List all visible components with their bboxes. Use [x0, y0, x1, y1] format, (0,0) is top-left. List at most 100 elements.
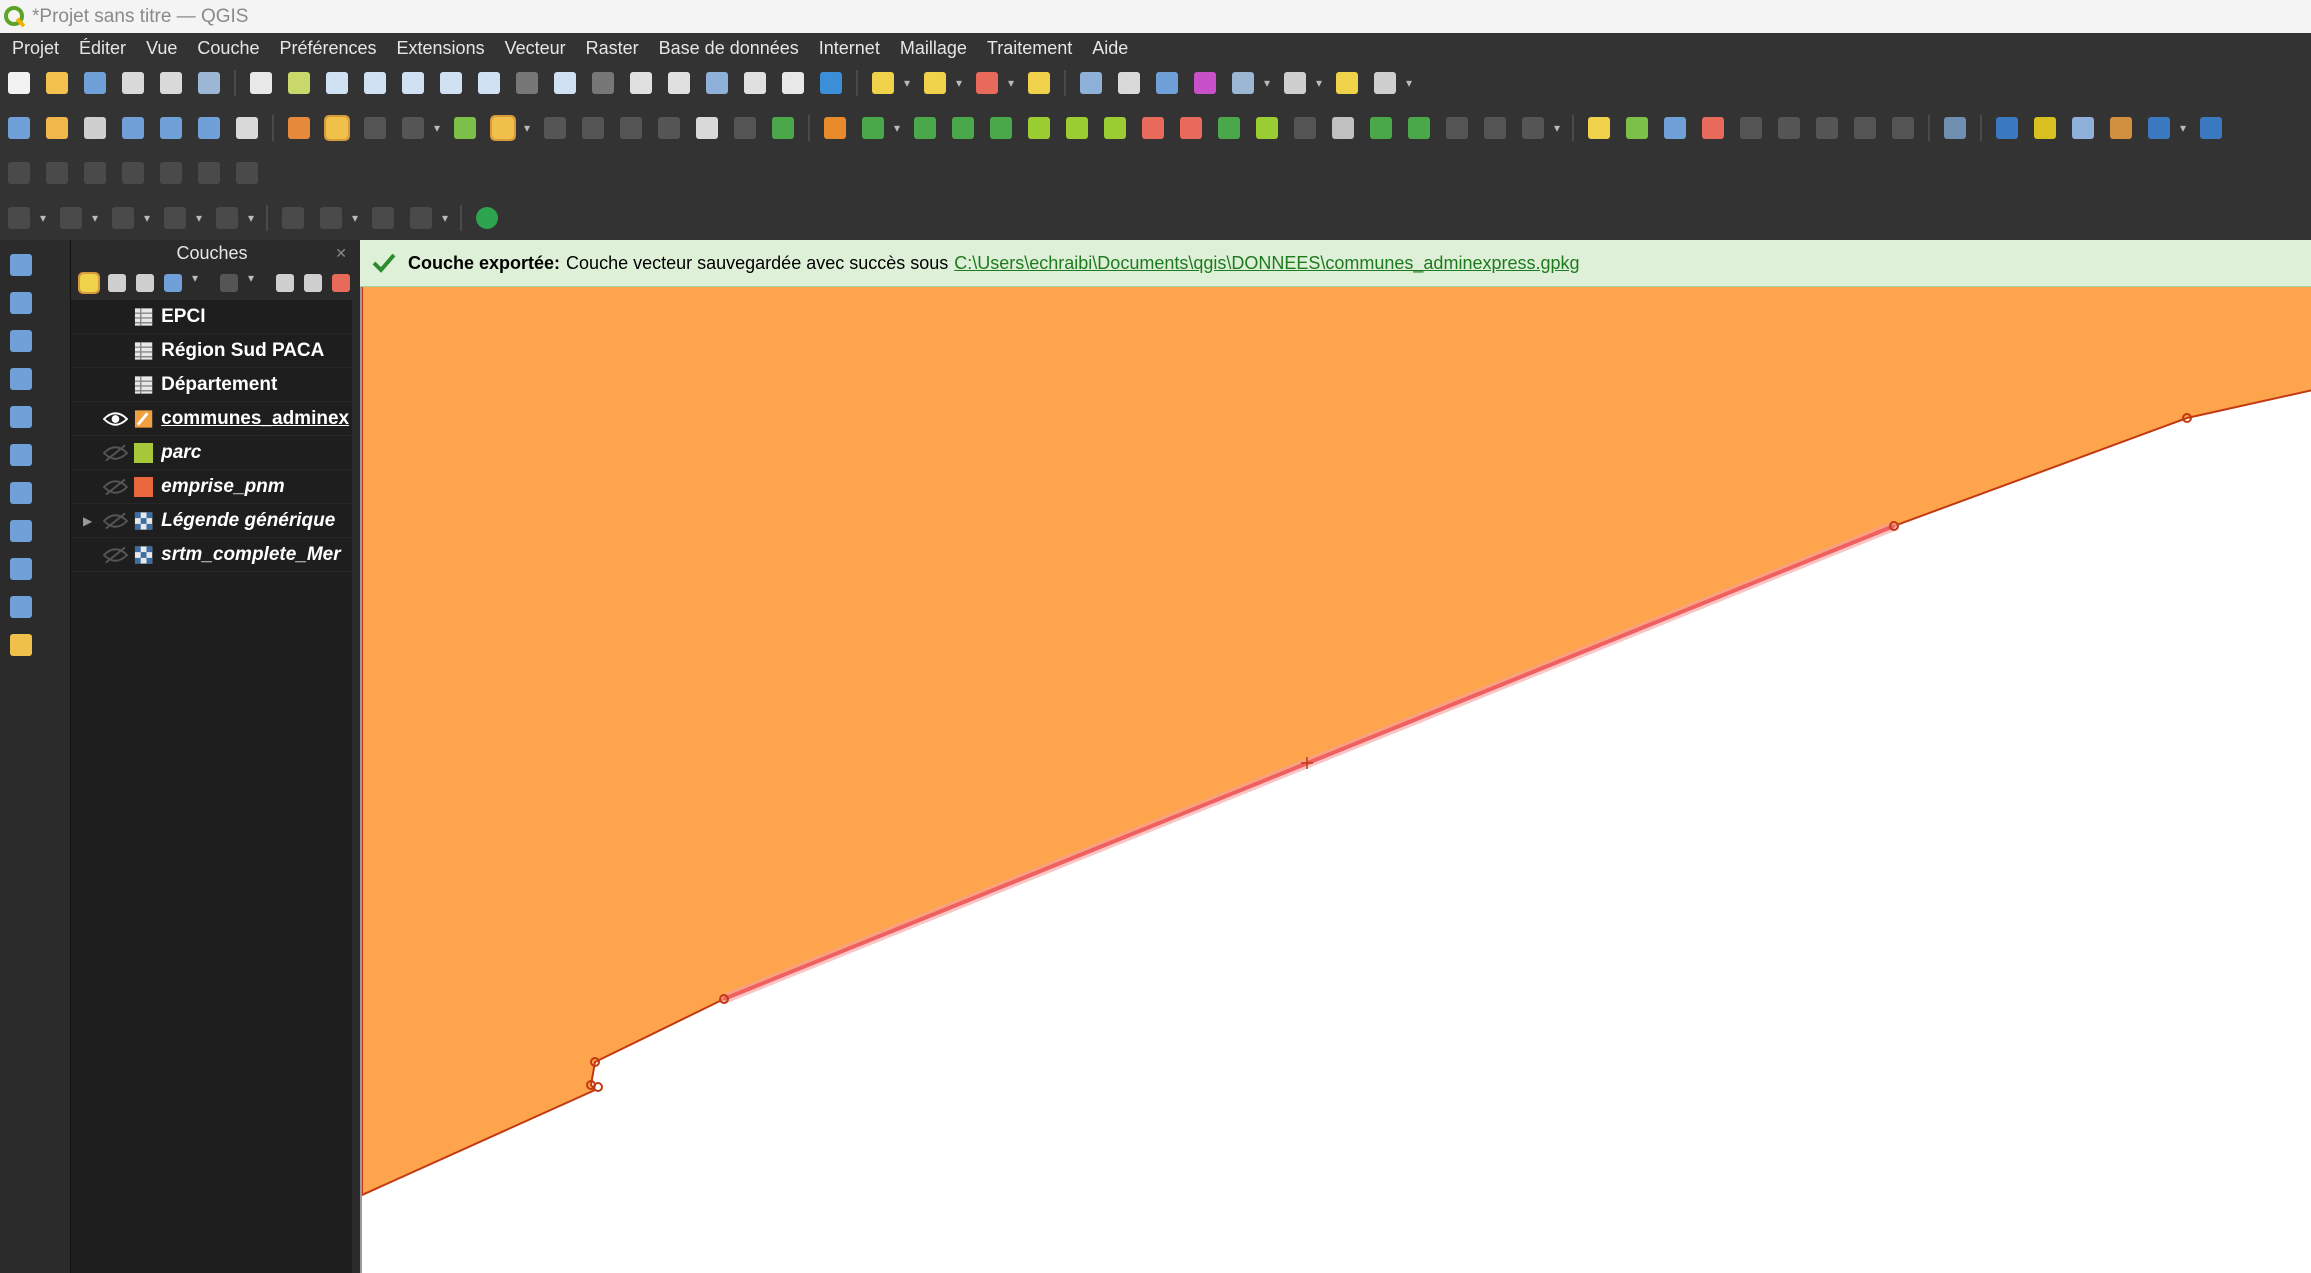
- eye-visible-icon[interactable]: [103, 410, 128, 428]
- georeferencer-icon[interactable]: [2072, 116, 2094, 139]
- layer-row-legende-generique[interactable]: ▶ Légende générique: [71, 504, 353, 538]
- measure-ruler-icon[interactable]: [1284, 71, 1306, 94]
- menu-couche[interactable]: Couche: [185, 38, 267, 59]
- snap-self-icon[interactable]: [410, 206, 432, 229]
- mesh-force-icon[interactable]: [122, 161, 144, 184]
- bookmark-icon[interactable]: [706, 71, 728, 94]
- pin-labels-icon[interactable]: [1626, 116, 1648, 139]
- layer-row-departement[interactable]: Département: [71, 368, 353, 402]
- chevron-down-icon[interactable]: ▾: [1554, 122, 1564, 134]
- identify-icon[interactable]: [1080, 71, 1102, 94]
- hammer-icon[interactable]: [2110, 116, 2132, 139]
- zoom-selection-icon[interactable]: [440, 71, 462, 94]
- add-delimited-icon[interactable]: [236, 116, 258, 139]
- map-render[interactable]: [362, 240, 2311, 1273]
- add-oracle-icon[interactable]: [10, 482, 32, 504]
- mesh-reindex-icon[interactable]: [160, 161, 182, 184]
- plugin-icon[interactable]: [2034, 116, 2056, 139]
- topology-icon[interactable]: [320, 206, 342, 229]
- temporal-clock-icon[interactable]: [782, 71, 804, 94]
- zoom-full-icon[interactable]: [402, 71, 424, 94]
- redo-icon[interactable]: [772, 116, 794, 139]
- locator-search-icon[interactable]: [1374, 71, 1396, 94]
- add-polygon-icon[interactable]: [454, 116, 476, 139]
- print-layout-icon[interactable]: [160, 71, 182, 94]
- copy-features-icon[interactable]: [658, 116, 680, 139]
- chevron-down-icon[interactable]: ▾: [434, 122, 444, 134]
- chevron-down-icon[interactable]: ▾: [1406, 77, 1416, 89]
- remove-layer-icon[interactable]: [332, 274, 350, 292]
- mesh-transform-icon[interactable]: [84, 161, 106, 184]
- digitize-points-icon[interactable]: [84, 116, 106, 139]
- zoom-next-icon[interactable]: [592, 71, 614, 94]
- annotation-icon[interactable]: [60, 206, 82, 229]
- menu-vue[interactable]: Vue: [134, 38, 185, 59]
- help-icon[interactable]: [2200, 116, 2222, 139]
- delete-part-icon[interactable]: [1180, 116, 1202, 139]
- modify-attributes-icon[interactable]: [544, 116, 566, 139]
- add-virtual-layer-icon[interactable]: [10, 634, 32, 656]
- filter-legend-icon[interactable]: [164, 274, 182, 292]
- expand-arrow-icon[interactable]: ▶: [83, 514, 92, 528]
- digitize-line-icon[interactable]: [402, 116, 424, 139]
- select-features-icon[interactable]: [872, 71, 894, 94]
- move-feature-icon[interactable]: [914, 116, 936, 139]
- add-mssql-icon[interactable]: [10, 444, 32, 466]
- save-as-icon[interactable]: [122, 71, 144, 94]
- toggle-editing-pencil-icon[interactable]: [324, 114, 350, 141]
- menu-base-de-donnees[interactable]: Base de données: [647, 38, 807, 59]
- new-layer-icon[interactable]: [46, 116, 68, 139]
- layer-row-parc[interactable]: parc: [71, 436, 353, 470]
- form-annotation-icon[interactable]: [164, 206, 186, 229]
- chevron-down-icon[interactable]: ▾: [144, 212, 154, 224]
- menu-raster[interactable]: Raster: [574, 38, 647, 59]
- chevron-down-icon[interactable]: ▾: [904, 77, 914, 89]
- advanced-digitizing-icon[interactable]: [824, 116, 846, 139]
- field-calculator-icon[interactable]: [1232, 71, 1254, 94]
- chevron-down-icon[interactable]: ▾: [196, 212, 206, 224]
- add-postgis-icon[interactable]: [10, 368, 32, 390]
- menu-extensions[interactable]: Extensions: [385, 38, 493, 59]
- show-hide-labels-icon[interactable]: [1702, 116, 1724, 139]
- add-vector-tile-icon[interactable]: [10, 596, 32, 618]
- diagram-tool-icon[interactable]: [1892, 116, 1914, 139]
- tracing-icon[interactable]: [282, 206, 304, 229]
- chevron-down-icon[interactable]: ▾: [1264, 77, 1274, 89]
- mesh-undo-icon[interactable]: [198, 161, 220, 184]
- chevron-down-icon[interactable]: ▾: [248, 212, 258, 224]
- zoom-native-icon[interactable]: [516, 71, 538, 94]
- statistics-sigma-icon[interactable]: [1194, 71, 1216, 94]
- chevron-down-icon[interactable]: ▾: [956, 77, 966, 89]
- menu-maillage[interactable]: Maillage: [888, 38, 975, 59]
- deselect-icon[interactable]: [976, 71, 998, 94]
- manage-themes-eye-icon[interactable]: [136, 274, 154, 292]
- offset-curve-icon[interactable]: [1256, 116, 1278, 139]
- chevron-down-icon[interactable]: ▾: [192, 272, 210, 292]
- map-canvas[interactable]: [360, 240, 2311, 1273]
- chevron-down-icon[interactable]: ▾: [894, 122, 904, 134]
- svg-annotation-icon[interactable]: [216, 206, 238, 229]
- eye-hidden-icon[interactable]: [103, 444, 128, 462]
- filter-expression-icon[interactable]: [220, 274, 238, 292]
- chevron-down-icon[interactable]: ▾: [524, 122, 534, 134]
- chevron-down-icon[interactable]: ▾: [1316, 77, 1326, 89]
- chevron-down-icon[interactable]: ▾: [2180, 122, 2190, 134]
- add-spatialite-icon[interactable]: [10, 406, 32, 428]
- zoom-out-icon[interactable]: [364, 71, 386, 94]
- current-edits-icon[interactable]: [288, 116, 310, 139]
- select-by-value-icon[interactable]: [924, 71, 946, 94]
- menu-traitement[interactable]: Traitement: [975, 38, 1080, 59]
- show-bookmarks-icon[interactable]: [744, 71, 766, 94]
- mesh-digitize-icon[interactable]: [8, 161, 30, 184]
- close-icon[interactable]: ✕: [335, 240, 347, 266]
- layer-row-epci[interactable]: EPCI: [71, 300, 353, 334]
- add-vector-icon[interactable]: [122, 116, 144, 139]
- menu-editer[interactable]: Éditer: [67, 38, 134, 59]
- new-map-view-icon[interactable]: [630, 71, 652, 94]
- chevron-down-icon[interactable]: ▾: [248, 272, 266, 292]
- chevron-down-icon[interactable]: ▾: [352, 212, 362, 224]
- pan-hand-icon[interactable]: [250, 71, 272, 94]
- highlight-labels-icon[interactable]: [1664, 116, 1686, 139]
- text-annotation-icon[interactable]: [112, 206, 134, 229]
- paste-features-icon[interactable]: [696, 116, 718, 139]
